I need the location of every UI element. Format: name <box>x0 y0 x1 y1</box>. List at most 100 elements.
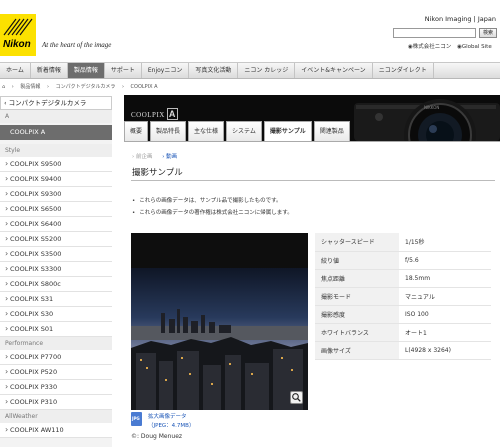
spec-label: ホワイトバランス <box>315 323 399 342</box>
nikon-logo[interactable]: Nikon <box>0 14 36 56</box>
nav-home[interactable]: ホーム <box>0 63 31 78</box>
sidebar-item-s31[interactable]: COOLPIX S31 <box>0 291 112 307</box>
spec-label: シャッタースピード <box>315 233 399 252</box>
photo-credit: ©: Doug Menuez <box>131 433 183 440</box>
home-icon[interactable]: ⌂ <box>2 84 5 90</box>
tab-overview[interactable]: 概要 <box>124 121 149 141</box>
nav-events[interactable]: イベント&キャンペーン <box>295 63 373 78</box>
global-nav: ホーム 新着情報 製品情報 サポート Enjoyニコン 写真文化活動 ニコン カ… <box>0 62 500 79</box>
spec-value: オート1 <box>399 323 491 342</box>
scope-radio-nikon[interactable]: ◉株式会社ニコン <box>408 44 451 50</box>
sidebar-section-allweather: AllWeather <box>0 410 112 423</box>
breadcrumb-separator: › <box>121 84 124 90</box>
nav-direct[interactable]: ニコンダイレクト <box>373 63 434 78</box>
sidebar-heading[interactable]: ‹ コンパクトデジタルカメラ <box>0 96 112 110</box>
tab-specs[interactable]: 主な仕様 <box>188 121 225 141</box>
tab-underline <box>124 141 500 142</box>
sidebar-item-s9500[interactable]: COOLPIX S9500 <box>0 156 112 172</box>
spec-value: ISO 100 <box>399 305 491 324</box>
sidebar-section-performance: Performance <box>0 337 112 350</box>
spec-label: 画像サイズ <box>315 341 399 360</box>
tab-samples[interactable]: 撮影サンプル <box>263 121 312 141</box>
exif-table: シャッタースピード 1/15秒 絞り値 f/5.6 焦点距離 18.5mm 撮影モード… <box>315 233 491 360</box>
download-size[interactable]: （JPEG：4.7MB） <box>148 421 194 429</box>
tab-features[interactable]: 製品特長 <box>150 121 187 141</box>
breadcrumb-compact[interactable]: コンパクトデジタルカメラ <box>56 84 116 90</box>
table-row: 撮影モード マニュアル <box>315 287 491 306</box>
table-row: ホワイトバランス オート1 <box>315 323 491 342</box>
spec-value: マニュアル <box>399 287 491 306</box>
sidebar-item-s3300[interactable]: COOLPIX S3300 <box>0 261 112 277</box>
sidebar-item-s30[interactable]: COOLPIX S30 <box>0 306 112 322</box>
search-input[interactable] <box>393 28 476 38</box>
search-button[interactable]: 検索 <box>479 28 497 38</box>
spec-label: 撮影モード <box>315 287 399 306</box>
sidebar-item-s01[interactable]: COOLPIX S01 <box>0 321 112 337</box>
breadcrumb-current: COOLPIX A <box>130 84 158 90</box>
sidebar-item-s9400[interactable]: COOLPIX S9400 <box>0 171 112 187</box>
table-row: 絞り値 f/5.6 <box>315 251 491 270</box>
table-row: シャッタースピード 1/15秒 <box>315 233 491 252</box>
scope-radio-global[interactable]: ◉Global Site <box>457 44 492 50</box>
note-item: これらの画像データの著作権は株式会社ニコンに帰属します。 <box>132 208 292 216</box>
nav-college[interactable]: ニコン カレッジ <box>238 63 296 78</box>
product-tabs: 概要 製品特長 主な仕様 システム 撮影サンプル 関連製品 <box>124 121 352 141</box>
page-title: 撮影サンプル <box>132 168 183 178</box>
sidebar-section-style: Style <box>0 144 112 157</box>
divider <box>131 180 495 181</box>
search-scope[interactable]: ◉株式会社ニコン ◉Global Site <box>408 42 496 50</box>
breadcrumb-separator: › <box>46 84 49 90</box>
breadcrumb-products[interactable]: 製品情報 <box>20 84 40 90</box>
spec-label: 撮影感度 <box>315 305 399 324</box>
prev-link[interactable]: › 前企画 <box>132 154 152 160</box>
sidebar-item-coolpix-a[interactable]: COOLPIX A <box>0 125 112 140</box>
sidebar-item-s6400[interactable]: COOLPIX S6400 <box>0 216 112 232</box>
spec-value: 1/15秒 <box>399 233 491 252</box>
spec-value: f/5.6 <box>399 251 491 270</box>
note-item: これらの画像データは、サンプル品で撮影したものです。 <box>132 196 293 204</box>
sidebar-item-s9300[interactable]: COOLPIX S9300 <box>0 186 112 202</box>
nav-support[interactable]: サポート <box>105 63 142 78</box>
site-region-link[interactable]: Nikon Imaging | Japan <box>425 15 496 23</box>
zoom-button[interactable] <box>290 391 303 404</box>
sidebar: ‹ コンパクトデジタルカメラ A COOLPIX A Style COOLPIX… <box>0 96 112 447</box>
next-link[interactable]: › 動画 <box>162 154 177 160</box>
magnifier-icon <box>292 393 301 402</box>
sidebar-item-p330[interactable]: COOLPIX P330 <box>0 379 112 395</box>
download-link[interactable]: 拡大画像データ <box>148 412 187 420</box>
tab-related[interactable]: 関連製品 <box>313 121 350 141</box>
table-row: 撮影感度 ISO 100 <box>315 305 491 324</box>
sample-subnav: › 前企画 › 動画 <box>132 152 177 160</box>
table-row: 焦点距離 18.5mm <box>315 269 491 288</box>
logo-stripes-icon <box>3 18 33 36</box>
spec-value: L(4928 x 3264) <box>399 341 491 360</box>
nav-photo-culture[interactable]: 写真文化活動 <box>189 63 239 78</box>
svg-text:NIKKON: NIKKON <box>424 105 439 110</box>
breadcrumb-separator: › <box>11 84 14 90</box>
brand-name: Nikon <box>3 39 31 50</box>
sidebar-item-p310[interactable]: COOLPIX P310 <box>0 394 112 410</box>
site-header: Nikon At the heart of the image Nikon Im… <box>0 0 500 62</box>
sidebar-item-s6500[interactable]: COOLPIX S6500 <box>0 201 112 217</box>
spec-label: 焦点距離 <box>315 269 399 288</box>
notes-list: これらの画像データは、サンプル品で撮影したものです。 これらの画像データの著作権… <box>132 196 293 220</box>
sidebar-item-p520[interactable]: COOLPIX P520 <box>0 364 112 380</box>
tagline: At the heart of the image <box>42 41 112 49</box>
spec-value: 18.5mm <box>399 269 491 288</box>
sample-photo[interactable] <box>131 233 308 410</box>
sidebar-item-s3500[interactable]: COOLPIX S3500 <box>0 246 112 262</box>
breadcrumb: ⌂ › 製品情報 › コンパクトデジタルカメラ › COOLPIX A <box>2 83 163 90</box>
jpeg-file-icon[interactable]: JPG <box>131 412 142 426</box>
city-skyline-image <box>131 233 308 410</box>
table-row: 画像サイズ L(4928 x 3264) <box>315 341 491 360</box>
spec-label: 絞り値 <box>315 251 399 270</box>
sidebar-item-aw110[interactable]: COOLPIX AW110 <box>0 422 112 438</box>
sidebar-item-s5200[interactable]: COOLPIX S5200 <box>0 231 112 247</box>
tab-system[interactable]: システム <box>226 121 262 141</box>
nav-products[interactable]: 製品情報 <box>67 63 105 78</box>
sidebar-section-a: A <box>0 110 112 123</box>
sidebar-item-p7700[interactable]: COOLPIX P7700 <box>0 349 112 365</box>
nav-enjoy[interactable]: Enjoyニコン <box>142 63 190 78</box>
nav-news[interactable]: 新着情報 <box>31 63 68 78</box>
sidebar-item-s800c[interactable]: COOLPIX S800c <box>0 276 112 292</box>
